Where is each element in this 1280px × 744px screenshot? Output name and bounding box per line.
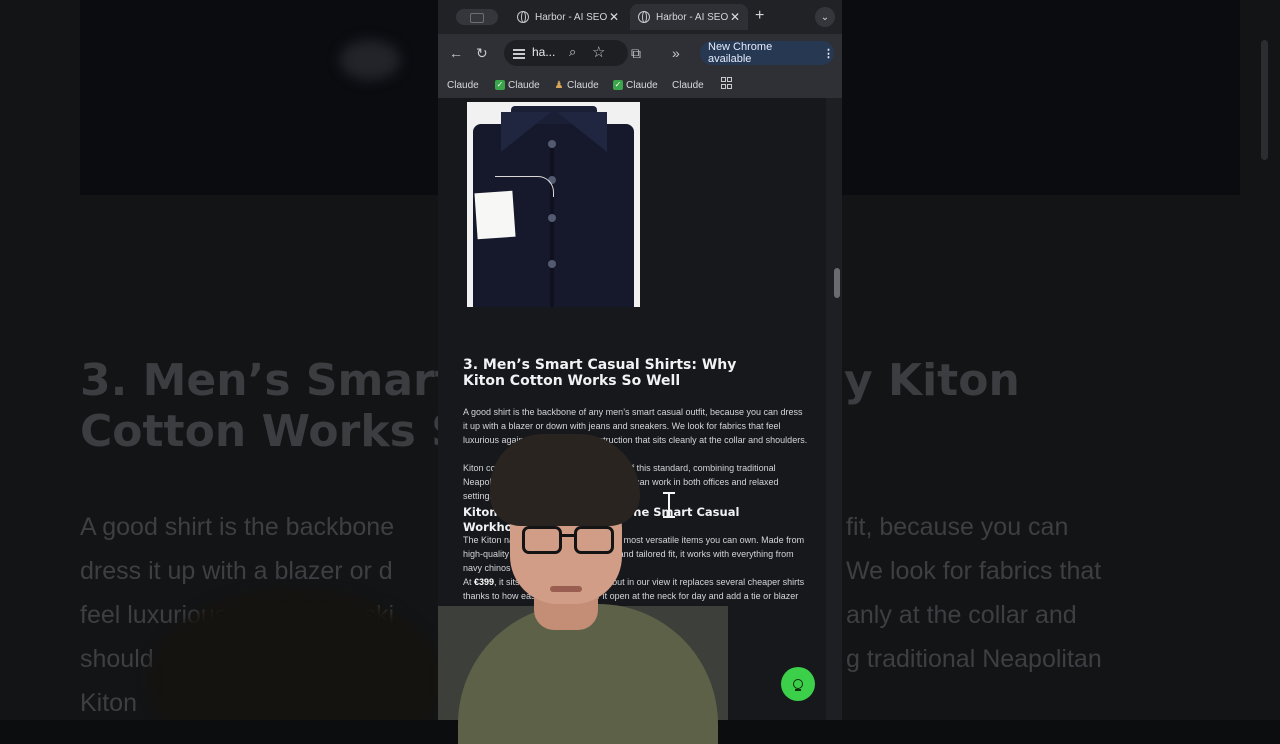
- bookmark-label: Claude: [672, 79, 704, 91]
- floating-help-button[interactable]: [781, 667, 815, 701]
- tab-title: Harbor - AI SEO: [535, 11, 607, 23]
- bookmark-claude-3[interactable]: ♟ Claude: [554, 77, 599, 93]
- tab-harbor-2[interactable]: Harbor - AI SEO ✕: [630, 4, 748, 30]
- more-tools-icon[interactable]: »: [672, 44, 680, 62]
- bookmark-label: Claude: [567, 79, 599, 91]
- extensions-icon[interactable]: ⧉: [631, 44, 641, 62]
- check-icon: ✓: [613, 80, 623, 90]
- text-cursor-icon: [663, 492, 675, 518]
- close-icon[interactable]: ✕: [728, 10, 742, 24]
- tab-title: Harbor - AI SEO: [656, 11, 728, 23]
- shirt-button: [548, 140, 556, 148]
- kebab-menu-icon[interactable]: ⋮: [823, 47, 834, 60]
- window-icon: [470, 13, 484, 23]
- shirt-button: [548, 214, 556, 222]
- address-bar[interactable]: ha... ⌕ ☆: [504, 40, 628, 66]
- background-paragraph-right: fit, because you can We look for fabrics…: [846, 505, 1226, 681]
- shirt-tag: [474, 190, 516, 240]
- bookmark-claude-5[interactable]: Claude: [672, 77, 704, 93]
- background-line: anly at the collar and: [846, 601, 1077, 629]
- lightbulb-icon: [793, 679, 803, 691]
- bookmark-claude-4[interactable]: ✓ Claude: [613, 77, 658, 93]
- new-chrome-available-button[interactable]: New Chrome available ⋮: [700, 41, 834, 65]
- shirt-collar-right: [557, 112, 607, 152]
- update-label: New Chrome available: [708, 41, 773, 65]
- check-icon: ✓: [495, 80, 505, 90]
- figure-icon: ♟: [554, 79, 564, 91]
- tab-strip: Harbor - AI SEO ✕ Harbor - AI SEO ✕ + ⌄: [438, 0, 842, 34]
- product-image-navy-shirt[interactable]: [467, 102, 640, 307]
- bookmark-label: Claude: [508, 79, 540, 91]
- globe-icon: [638, 11, 650, 23]
- url-text: ha...: [532, 45, 556, 59]
- glasses-icon: [522, 526, 614, 556]
- shirt-placket: [550, 140, 554, 307]
- background-blur-spot: [340, 40, 400, 80]
- tab-harbor-1[interactable]: Harbor - AI SEO ✕: [509, 4, 627, 30]
- bookmark-label: Claude: [447, 79, 479, 91]
- zoom-icon[interactable]: ⌕: [569, 44, 576, 60]
- reload-button[interactable]: ↻: [476, 44, 488, 62]
- bookmark-claude-1[interactable]: Claude: [447, 77, 479, 93]
- new-tab-button[interactable]: +: [755, 7, 764, 25]
- presenter-hair: [490, 434, 640, 526]
- presenter-mouth: [550, 586, 582, 592]
- background-line: fit, because you can: [846, 513, 1069, 541]
- background-scrollbar: [1261, 40, 1268, 160]
- tab-list-button[interactable]: ⌄: [815, 7, 835, 27]
- scrollbar-thumb[interactable]: [834, 268, 840, 298]
- background-line: We look for fabrics that: [846, 557, 1102, 585]
- close-icon[interactable]: ✕: [607, 10, 621, 24]
- shirt-button: [548, 260, 556, 268]
- bookmark-label: Claude: [626, 79, 658, 91]
- site-settings-icon[interactable]: [513, 47, 525, 59]
- bookmark-claude-2[interactable]: ✓ Claude: [495, 77, 540, 93]
- background-line: g traditional Neapolitan: [846, 645, 1102, 673]
- globe-icon: [517, 11, 529, 23]
- bookmark-star-icon[interactable]: ☆: [592, 43, 605, 61]
- section-heading: 3. Men’s Smart Casual Shirts: Why Kiton …: [463, 357, 737, 389]
- back-button[interactable]: ←: [449, 44, 463, 62]
- tab-search-button[interactable]: [456, 9, 498, 25]
- all-bookmarks-icon[interactable]: [721, 77, 732, 89]
- shirt-collar-left: [501, 112, 551, 152]
- bookmarks-bar: Claude ✓ Claude ♟ Claude ✓ Claude Claude: [438, 72, 842, 98]
- presenter-webcam-overlay: [438, 430, 728, 744]
- background-heading-right: y Kiton: [844, 355, 1020, 406]
- page-scrollbar[interactable]: [826, 98, 842, 720]
